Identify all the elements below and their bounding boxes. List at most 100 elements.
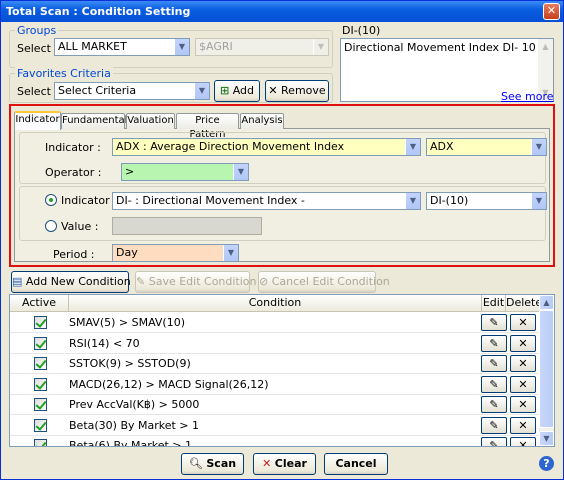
save-edit-condition-button[interactable]: ✎ Save Edit Condition [135, 271, 257, 293]
active-checkbox[interactable] [34, 418, 47, 432]
cancel-button[interactable]: Cancel [324, 453, 388, 475]
delete-button[interactable]: ✕ [510, 396, 536, 413]
delete-button[interactable]: ✕ [510, 416, 536, 434]
delete-button[interactable]: ✕ [510, 437, 536, 447]
window-title: Total Scan : Condition Setting [6, 5, 191, 18]
groups-select-label: Select : [17, 42, 59, 55]
chevron-down-icon: ▼ [531, 139, 546, 155]
tab-valuation[interactable]: Valuation [126, 113, 175, 129]
table-row[interactable]: SSTOK(9) > SSTOD(9) ✎ ✕ [10, 354, 541, 374]
cancel-edit-condition-label: Cancel Edit Condition [271, 275, 390, 288]
add-criteria-icon: ⊞ [219, 84, 230, 97]
active-checkbox[interactable] [34, 377, 47, 391]
period-select-value: Day [116, 246, 138, 259]
scroll-up-icon[interactable]: ▲ [539, 295, 554, 310]
table-row[interactable]: Beta(30) By Market > 1 ✎ ✕ [10, 416, 541, 436]
help-icon[interactable]: ? [539, 456, 554, 471]
grid-scrollbar[interactable]: ▲ ▼ [539, 295, 554, 446]
indicator-label: Indicator : [45, 141, 101, 154]
delete-button[interactable]: ✕ [510, 314, 536, 331]
condition-text: Beta(6) By Market > 1 [69, 439, 193, 447]
scan-button[interactable]: 🔍︎ Scan [181, 453, 244, 475]
compare-indicator-select[interactable]: DI- : Directional Movement Index - ▼ [112, 192, 421, 210]
operator-select[interactable]: > ▼ [121, 163, 249, 181]
chevron-down-icon: ▼ [174, 39, 189, 55]
condition-text: SSTOK(9) > SSTOD(9) [69, 357, 191, 370]
table-row[interactable]: MACD(26,12) > MACD Signal(26,12) ✎ ✕ [10, 375, 541, 395]
indicator-param-select[interactable]: ADX ▼ [426, 138, 547, 156]
condition-setting-window: Total Scan : Condition Setting ✕ Groups … [0, 0, 564, 480]
header-condition[interactable]: Condition [69, 295, 482, 312]
cancel-label: Cancel [335, 457, 377, 470]
value-radio[interactable] [45, 220, 57, 232]
active-checkbox[interactable] [34, 316, 47, 329]
edit-button[interactable]: ✎ [481, 437, 507, 446]
see-more-link[interactable]: See more [501, 90, 554, 103]
table-row[interactable]: Beta(6) By Market > 1 ✎ ✕ [10, 436, 541, 447]
header-active[interactable]: Active [10, 295, 69, 312]
edit-button[interactable]: ✎ [481, 334, 507, 352]
condition-text: MACD(26,12) > MACD Signal(26,12) [69, 377, 269, 391]
scroll-thumb[interactable] [539, 310, 554, 428]
value-input[interactable] [112, 217, 262, 235]
operator-select-value: > [125, 165, 135, 178]
header-delete[interactable]: Delete [506, 295, 542, 312]
favorites-select-label: Select : [17, 85, 59, 98]
pencil-icon: ✎ [489, 418, 499, 432]
indicator-radio[interactable] [45, 194, 57, 206]
market-select-value: ALL MARKET [58, 40, 127, 53]
tab-fundamental[interactable]: Fundamental [61, 113, 127, 129]
edit-button[interactable]: ✎ [481, 396, 507, 413]
tab-indicator[interactable]: Indicator [14, 111, 61, 130]
table-row[interactable]: Prev AccVal(K฿) > 5000 ✎ ✕ [10, 395, 541, 415]
table-row[interactable]: SMAV(5) > SMAV(10) ✎ ✕ [10, 313, 541, 333]
delete-button[interactable]: ✕ [510, 334, 536, 352]
add-favorite-label: Add [232, 84, 254, 97]
close-icon: ✕ [518, 357, 528, 370]
header-edit[interactable]: Edit [482, 295, 506, 312]
chevron-down-icon: ▼ [223, 245, 238, 261]
indicator-select[interactable]: ADX : Average Direction Movement Index ▼ [112, 138, 421, 156]
cancel-edit-icon: ⊘ [259, 275, 269, 288]
period-select[interactable]: Day ▼ [112, 244, 239, 262]
clear-button[interactable]: ✕ Clear [253, 453, 316, 475]
tab-price-pattern[interactable]: Price Pattern [176, 113, 239, 140]
delete-button[interactable]: ✕ [510, 355, 536, 372]
cancel-edit-condition-button[interactable]: ⊘ Cancel Edit Condition [258, 271, 390, 293]
scroll-down-icon[interactable]: ▼ [539, 431, 554, 446]
compare-param-select[interactable]: DI-(10) ▼ [426, 192, 547, 210]
scroll-up-icon[interactable]: ▲ [538, 39, 553, 54]
description-title: DI-(10) [342, 24, 381, 37]
add-favorite-button[interactable]: ⊞ Add [214, 80, 260, 102]
tab-analysis[interactable]: Analysis [240, 113, 284, 129]
remove-favorite-button[interactable]: ✕ Remove [265, 80, 329, 102]
add-condition-icon: ▤ [12, 275, 23, 288]
close-button[interactable]: ✕ [543, 3, 560, 20]
condition-text: Prev AccVal(K฿) > 5000 [69, 398, 200, 411]
close-icon: ✕ [518, 439, 528, 447]
delete-button[interactable]: ✕ [510, 375, 536, 393]
active-checkbox[interactable] [34, 439, 47, 446]
sub-group-select: $AGRI ▼ [195, 38, 329, 56]
edit-button[interactable]: ✎ [481, 375, 507, 393]
edit-button[interactable]: ✎ [481, 355, 507, 372]
edit-button[interactable]: ✎ [481, 314, 507, 331]
indicator-select-value: ADX : Average Direction Movement Index [116, 140, 345, 153]
favorites-select[interactable]: Select Criteria ▼ [54, 82, 210, 100]
compare-param-value: DI-(10) [430, 194, 469, 207]
active-checkbox[interactable] [34, 336, 47, 350]
search-icon: 🔍︎ [188, 457, 203, 470]
condition-text: RSI(14) < 70 [69, 336, 140, 350]
chevron-down-icon: ▼ [405, 139, 420, 155]
edit-button[interactable]: ✎ [481, 416, 507, 434]
market-select[interactable]: ALL MARKET ▼ [54, 38, 190, 56]
description-text: Directional Movement Index DI- 10 [344, 41, 536, 54]
add-new-condition-button[interactable]: ▤ Add New Condition [11, 271, 131, 293]
active-checkbox[interactable] [34, 398, 47, 411]
close-icon: ✕ [518, 398, 528, 411]
active-checkbox[interactable] [34, 357, 47, 370]
indicator-param-value: ADX [430, 140, 454, 153]
compare-indicator-value: DI- : Directional Movement Index - [116, 194, 305, 207]
table-row[interactable]: RSI(14) < 70 ✎ ✕ [10, 334, 541, 354]
chevron-down-icon: ▼ [313, 39, 328, 55]
